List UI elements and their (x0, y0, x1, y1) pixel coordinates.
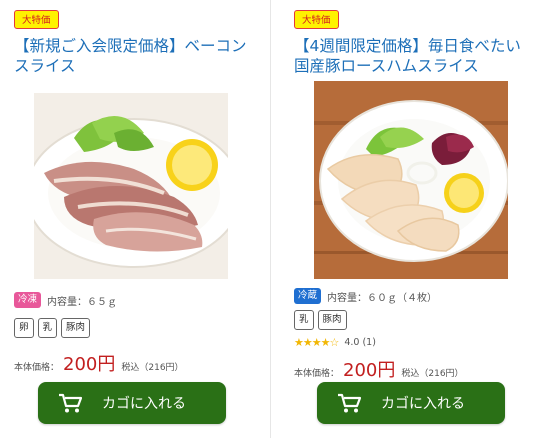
product-image-ham[interactable] (314, 81, 508, 279)
price-amount: 200円 (343, 360, 396, 381)
product-title[interactable]: 【新規ご入会限定価格】ベーコン スライス (14, 36, 264, 76)
allergen-list: 卵 乳 豚肉 (14, 318, 91, 338)
allergen-list: 乳 豚肉 (294, 310, 347, 330)
chilled-tag: 冷蔵 (294, 288, 322, 304)
add-to-cart-label: カゴに入れる (381, 396, 465, 412)
product-title-line-1[interactable]: 【新規ご入会限定価格】ベーコン (14, 36, 264, 56)
product-title-line-2[interactable]: スライス (14, 56, 264, 76)
product-card-ham: 大特価 【4週間限定価格】毎日食べたい 国産豚ロースハムスライス 冷蔵 内容量： (280, 0, 540, 438)
shopping-cart-icon (59, 393, 82, 413)
product-card-bacon: 大特価 【新規ご入会限定価格】ベーコン スライス 冷凍 内容量：６５ｇ 卵 乳 … (0, 0, 260, 438)
rating-row[interactable]: ★★★★☆ 4.0 (1) (294, 336, 376, 349)
content-amount: 内容量：６５ｇ (47, 296, 118, 308)
price-label: 本体価格： (14, 363, 60, 373)
price-amount: 200円 (63, 354, 116, 375)
product-title-line-1[interactable]: 【4週間限定価格】毎日食べたい (294, 36, 540, 56)
allergen-pork: 豚肉 (61, 318, 91, 338)
frozen-tag: 冷凍 (14, 292, 42, 308)
product-title-line-2[interactable]: 国産豚ロースハムスライス (294, 56, 540, 76)
tax-note: 税込（216円） (121, 363, 184, 373)
tax-note: 税込（216円） (401, 369, 464, 379)
shopping-cart-icon (338, 393, 361, 413)
product-info-row: 冷凍 内容量：６５ｇ (14, 292, 117, 308)
content-amount: 内容量：６０ｇ（４枚） (327, 292, 438, 304)
product-title[interactable]: 【4週間限定価格】毎日食べたい 国産豚ロースハムスライス (294, 36, 540, 76)
allergen-milk: 乳 (37, 318, 58, 338)
sale-badge: 大特価 (14, 10, 59, 29)
add-to-cart-button[interactable]: カゴに入れる (317, 382, 505, 424)
rating-text: 4.0 (1) (344, 337, 376, 348)
add-to-cart-button[interactable]: カゴに入れる (38, 382, 226, 424)
product-image-bacon[interactable] (34, 93, 228, 279)
column-divider (270, 0, 271, 438)
add-to-cart-label: カゴに入れる (102, 396, 186, 412)
allergen-egg: 卵 (14, 318, 34, 338)
star-icon: ★★★★☆ (294, 336, 339, 349)
price-row: 本体価格： 200円 税込（216円） (14, 350, 184, 376)
sale-badge: 大特価 (294, 10, 339, 29)
product-info-row: 冷蔵 内容量：６０ｇ（４枚） (294, 288, 437, 304)
price-row: 本体価格： 200円 税込（216円） (294, 356, 464, 382)
ham-plate-illustration (314, 81, 508, 279)
bacon-plate-illustration (34, 93, 228, 279)
price-label: 本体価格： (294, 369, 340, 379)
allergen-milk: 乳 (294, 310, 314, 330)
allergen-pork: 豚肉 (317, 310, 347, 330)
